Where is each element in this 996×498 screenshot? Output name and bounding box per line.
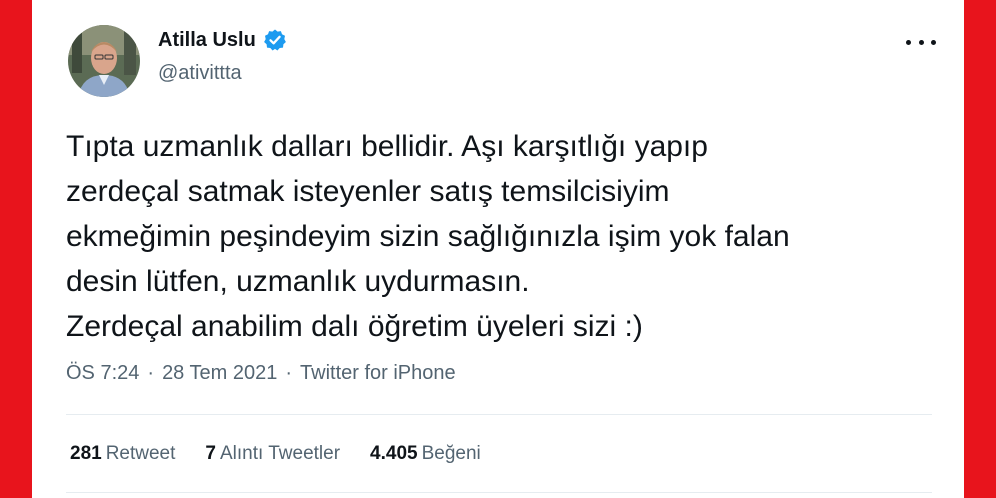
divider [66, 414, 932, 415]
quotes-stat[interactable]: 7 Alıntı Tweetler [205, 443, 340, 465]
avatar-image [68, 25, 140, 97]
tweet-text: Tıpta uzmanlık dalları bellidir. Aşı kar… [66, 130, 790, 343]
tweet-card: Atilla Uslu @ativittta Tıpta uzmanlık da… [32, 0, 964, 498]
likes-stat[interactable]: 4.405 Beğeni [370, 443, 481, 465]
more-dot [918, 39, 924, 45]
tweet-time[interactable]: ÖS 7:24 [66, 362, 139, 385]
quotes-count: 7 [205, 443, 216, 464]
meta-separator: · [147, 362, 155, 384]
quotes-label: Alıntı Tweetler [219, 443, 341, 464]
tweet-stats: 281 Retweet 7 Alıntı Tweetler 4.405 Beğeni [70, 443, 481, 465]
meta-separator: · [285, 362, 293, 384]
more-dot [906, 39, 911, 45]
author-name[interactable]: Atilla Uslu [158, 29, 256, 52]
more-dot [931, 39, 936, 45]
author-name-row: Atilla Uslu [158, 28, 287, 52]
likes-count: 4.405 [370, 443, 418, 464]
tweet-source[interactable]: Twitter for iPhone [300, 362, 456, 385]
divider [66, 492, 932, 493]
retweets-label: Retweet [105, 443, 176, 464]
more-options-icon[interactable] [906, 34, 936, 50]
retweets-count: 281 [70, 443, 102, 464]
likes-label: Beğeni [421, 443, 481, 464]
author-handle[interactable]: @ativittta [158, 62, 242, 85]
avatar[interactable] [68, 25, 140, 97]
tweet-meta: ÖS 7:24 · 28 Tem 2021 · Twitter for iPho… [66, 362, 456, 385]
retweets-stat[interactable]: 281 Retweet [70, 443, 175, 465]
tweet-date[interactable]: 28 Tem 2021 [162, 362, 277, 385]
verified-badge-icon [263, 29, 286, 51]
